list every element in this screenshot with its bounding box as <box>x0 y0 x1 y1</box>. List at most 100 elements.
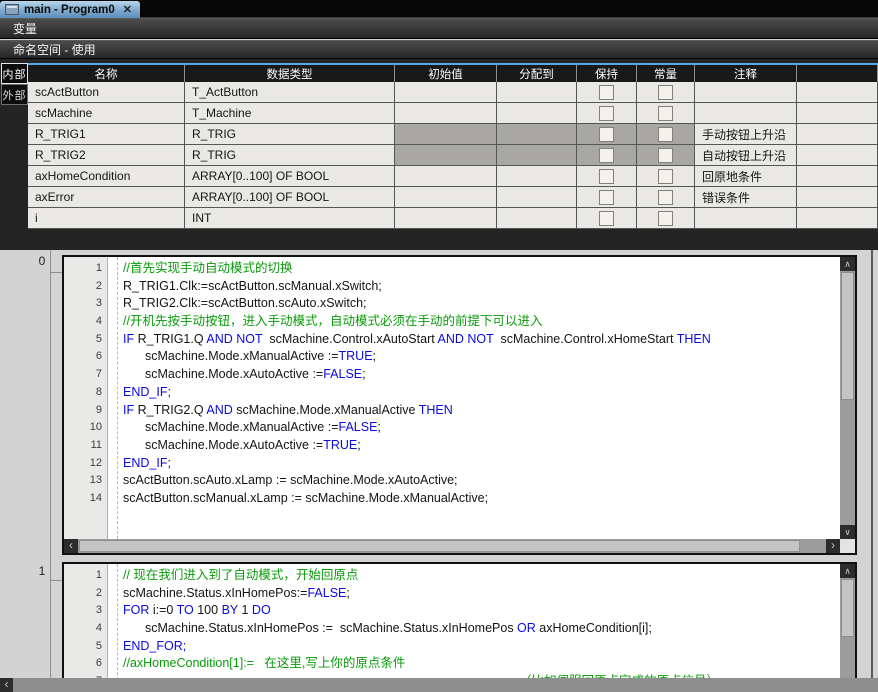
code-line[interactable]: // 现在我们进入到了自动模式，开始回原点 <box>118 567 839 585</box>
cell-comment[interactable]: 错误条件 <box>695 187 797 208</box>
cell-comment[interactable]: 手动按钮上升沿 <box>695 124 797 145</box>
cell-data-type[interactable]: T_Machine <box>185 103 395 124</box>
cell-data-type[interactable]: INT <box>185 208 395 229</box>
code-line[interactable]: scMachine.Mode.xManualActive :=FALSE; <box>118 419 839 437</box>
cell-name[interactable]: R_TRIG2 <box>28 145 185 166</box>
cell-comment[interactable]: 自动按钮上升沿 <box>695 145 797 166</box>
column-header-名称[interactable]: 名称 <box>28 65 185 82</box>
code-line[interactable]: −FOR i:=0 TO 100 BY 1 DO <box>118 602 839 620</box>
hscroll-thumb[interactable] <box>79 540 800 552</box>
code-line[interactable]: −IF R_TRIG1.Q AND NOT scMachine.Control.… <box>118 331 839 349</box>
vscroll-thumb[interactable] <box>841 579 854 637</box>
page-horizontal-scrollbar[interactable]: ‹ <box>0 678 878 692</box>
cell-comment[interactable] <box>695 208 797 229</box>
code-line[interactable]: R_TRIG1.Clk:=scActButton.scManual.xSwitc… <box>118 278 839 296</box>
scroll-up-icon[interactable]: ∧ <box>840 257 855 271</box>
side-tab-external[interactable]: 外部 <box>1 84 28 105</box>
cell-initial-value[interactable] <box>395 124 497 145</box>
code-line[interactable]: scMachine.Mode.xAutoActive :=FALSE; <box>118 366 839 384</box>
column-header-分配到[interactable]: 分配到 <box>497 65 577 82</box>
cell-initial-value[interactable] <box>395 187 497 208</box>
column-header-初始值[interactable]: 初始值 <box>395 65 497 82</box>
retain-checkbox[interactable] <box>599 190 614 205</box>
cell-initial-value[interactable] <box>395 166 497 187</box>
section-1-label[interactable]: 1 <box>36 564 48 578</box>
code-line[interactable]: END_IF; <box>118 384 839 402</box>
cell-name[interactable]: axHomeCondition <box>28 166 185 187</box>
cell-assign-to[interactable] <box>497 82 577 103</box>
code-line[interactable]: END_FOR; <box>118 638 839 656</box>
code-line[interactable]: END_IF; <box>118 455 839 473</box>
code-line[interactable]: scActButton.scManual.xLamp := scMachine.… <box>118 490 839 508</box>
code-line[interactable]: scActButton.scAuto.xLamp := scMachine.Mo… <box>118 472 839 490</box>
cell-assign-to[interactable] <box>497 166 577 187</box>
constant-checkbox[interactable] <box>658 127 673 142</box>
st-editor-0[interactable]: 1234567891011121314 //首先实现手动自动模式的切换R_TRI… <box>62 255 857 555</box>
cell-name[interactable]: R_TRIG1 <box>28 124 185 145</box>
cell-comment[interactable] <box>695 82 797 103</box>
code-line[interactable]: scMachine.Mode.xManualActive :=TRUE; <box>118 348 839 366</box>
cell-assign-to[interactable] <box>497 103 577 124</box>
cell-data-type[interactable]: ARRAY[0..100] OF BOOL <box>185 187 395 208</box>
column-header-保持[interactable]: 保持 <box>577 65 637 82</box>
close-icon[interactable]: ✕ <box>123 3 132 16</box>
tab-main-program0[interactable]: main - Program0 ✕ <box>0 1 140 18</box>
page-scroll-left-icon[interactable]: ‹ <box>0 678 13 692</box>
code-line[interactable]: −IF R_TRIG2.Q AND scMachine.Mode.xManual… <box>118 402 839 420</box>
cell-comment[interactable] <box>695 103 797 124</box>
cell-assign-to[interactable] <box>497 124 577 145</box>
variables-section-bar[interactable]: 变量 <box>0 18 878 39</box>
retain-checkbox[interactable] <box>599 211 614 226</box>
scroll-down-icon[interactable]: ∨ <box>840 525 855 539</box>
retain-checkbox[interactable] <box>599 127 614 142</box>
scroll-right-icon[interactable]: › <box>826 539 840 553</box>
cell-assign-to[interactable] <box>497 145 577 166</box>
column-header-注释[interactable]: 注释 <box>695 65 797 82</box>
cell-initial-value[interactable] <box>395 208 497 229</box>
cell-name[interactable]: scMachine <box>28 103 185 124</box>
retain-checkbox[interactable] <box>599 169 614 184</box>
retain-checkbox[interactable] <box>599 85 614 100</box>
section-0-label[interactable]: 0 <box>36 254 48 268</box>
vscroll-thumb[interactable] <box>841 272 854 400</box>
constant-checkbox[interactable] <box>658 148 673 163</box>
code-line[interactable]: scMachine.Mode.xAutoActive :=TRUE; <box>118 437 839 455</box>
side-tab-internal[interactable]: 内部 <box>1 63 28 84</box>
cell-name[interactable]: i <box>28 208 185 229</box>
code-line[interactable]: //首先实现手动自动模式的切换 <box>118 260 839 278</box>
code-line[interactable]: //axHomeCondition[1]:= 在这里,写上你的原点条件 <box>118 655 839 673</box>
cell-data-type[interactable]: R_TRIG <box>185 145 395 166</box>
cell-data-type[interactable]: T_ActButton <box>185 82 395 103</box>
column-header-extra[interactable] <box>797 65 878 82</box>
code-line[interactable]: R_TRIG2.Clk:=scActButton.scAuto.xSwitch; <box>118 295 839 313</box>
cell-initial-value[interactable] <box>395 103 497 124</box>
cell-initial-value[interactable] <box>395 82 497 103</box>
st-editor-1[interactable]: 1234567 // 现在我们进入到了自动模式，开始回原点scMachine.S… <box>62 562 857 682</box>
vertical-scrollbar[interactable]: ∧ <box>840 564 855 680</box>
cell-assign-to[interactable] <box>497 187 577 208</box>
cell-name[interactable]: scActButton <box>28 82 185 103</box>
retain-checkbox[interactable] <box>599 106 614 121</box>
constant-checkbox[interactable] <box>658 169 673 184</box>
constant-checkbox[interactable] <box>658 106 673 121</box>
scroll-up-icon[interactable]: ∧ <box>840 564 855 578</box>
cell-initial-value[interactable] <box>395 145 497 166</box>
code-line[interactable]: scMachine.Status.xInHomePos:=FALSE; <box>118 585 839 603</box>
column-header-常量[interactable]: 常量 <box>637 65 695 82</box>
cell-data-type[interactable]: R_TRIG <box>185 124 395 145</box>
constant-checkbox[interactable] <box>658 211 673 226</box>
constant-checkbox[interactable] <box>658 190 673 205</box>
cell-assign-to[interactable] <box>497 208 577 229</box>
constant-checkbox[interactable] <box>658 85 673 100</box>
code-line[interactable]: //开机先按手动按钮，进入手动模式，自动模式必须在手动的前提下可以进入 <box>118 313 839 331</box>
column-header-数据类型[interactable]: 数据类型 <box>185 65 395 82</box>
vertical-scrollbar[interactable]: ∧ ∨ <box>840 257 855 539</box>
namespace-section-bar[interactable]: 命名空间 - 使用 <box>0 40 878 59</box>
scroll-left-icon[interactable]: ‹ <box>64 539 78 553</box>
cell-name[interactable]: axError <box>28 187 185 208</box>
horizontal-scrollbar[interactable]: ‹ › <box>64 539 840 553</box>
code-line[interactable]: scMachine.Status.xInHomePos := scMachine… <box>118 620 839 638</box>
retain-checkbox[interactable] <box>599 148 614 163</box>
cell-data-type[interactable]: ARRAY[0..100] OF BOOL <box>185 166 395 187</box>
cell-comment[interactable]: 回原地条件 <box>695 166 797 187</box>
